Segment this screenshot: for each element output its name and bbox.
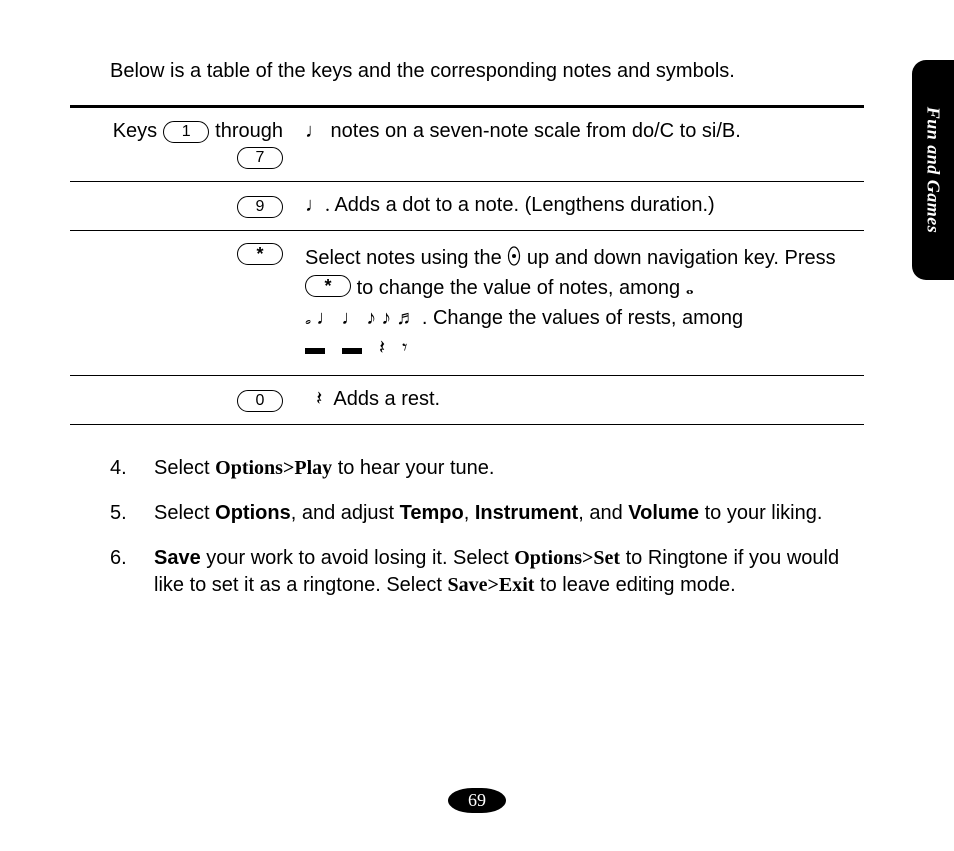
manual-page: Fun and Games Below is a table of the ke…: [0, 0, 954, 851]
section-tab: Fun and Games: [912, 60, 954, 280]
desc-cell: ♩. Adds a dot to a note. (Lengthens dura…: [297, 182, 864, 231]
step-number: 6.: [110, 545, 127, 572]
rest-values-icon: ▬ ▬ 𝄽 𝄾: [305, 337, 413, 359]
note-values-icon: 𝅗 ♩ ♩ ♪ ♪ ♬: [305, 307, 416, 329]
desc-text: Select notes using the: [305, 247, 507, 269]
key-icon: *: [237, 243, 283, 265]
key-cell: *: [70, 231, 297, 376]
bold-term: Save: [154, 547, 201, 569]
step-number: 4.: [110, 455, 127, 482]
desc-text: . Change the values of rests, among: [422, 307, 743, 329]
desc-text: to change the value of notes, among: [357, 277, 686, 299]
desc-cell: 𝄽 Adds a rest.: [297, 376, 864, 425]
desc-cell: ♩ notes on a seven-note scale from do/C …: [297, 107, 864, 182]
steps-list: 4. Select Options>Play to hear your tune…: [110, 455, 864, 599]
bold-term: Instrument: [475, 502, 578, 524]
key-icon: *: [305, 275, 351, 297]
step-text: , and: [578, 502, 628, 524]
list-item: 5. Select Options, and adjust Tempo, Ins…: [110, 500, 864, 527]
step-text: to leave editing mode.: [534, 574, 735, 596]
step-text: ,: [464, 502, 475, 524]
keys-label: Keys: [113, 120, 157, 143]
table-row: 9 ♩. Adds a dot to a note. (Lengthens du…: [70, 182, 864, 231]
step-text: your work to avoid losing it. Select: [201, 547, 514, 569]
step-text: , and adjust: [291, 502, 400, 524]
key-icon: 0: [237, 390, 283, 412]
section-tab-label: Fun and Games: [923, 107, 944, 234]
desc-text: Adds a dot to a note. (Lengthens duratio…: [330, 194, 715, 216]
bold-term: Tempo: [400, 502, 464, 524]
quarter-note-icon: ♩: [305, 120, 325, 142]
step-number: 5.: [110, 500, 127, 527]
key-icon: 9: [237, 196, 283, 218]
step-text: Select: [154, 502, 215, 524]
table-row: 0 𝄽 Adds a rest.: [70, 376, 864, 425]
menu-path: Options>Set: [514, 547, 620, 569]
keys-label: through: [215, 120, 283, 143]
intro-text: Below is a table of the keys and the cor…: [110, 60, 864, 83]
whole-note-icon: 𝅝: [686, 277, 694, 299]
key-icon: 7: [237, 147, 283, 169]
key-cell: 0: [70, 376, 297, 425]
list-item: 6. Save your work to avoid losing it. Se…: [110, 545, 864, 599]
step-text: to hear your tune.: [332, 457, 494, 479]
dotted-note-icon: ♩.: [305, 194, 330, 216]
nav-key-icon: [507, 246, 521, 266]
step-text: to your liking.: [699, 502, 822, 524]
desc-text: up and down navigation key. Press: [527, 247, 836, 269]
page-number: 69: [448, 788, 506, 813]
desc-text: notes on a seven-note scale from do/C to…: [325, 120, 741, 142]
step-text: Select: [154, 457, 215, 479]
desc-text: Adds a rest.: [333, 388, 440, 410]
bold-term: Volume: [628, 502, 699, 524]
key-cell: Keys 1 through 7: [70, 107, 297, 182]
menu-path: Save>Exit: [448, 574, 535, 596]
keys-table: Keys 1 through 7 ♩ notes on a seven-note…: [70, 105, 864, 425]
desc-cell: Select notes using the up and down navig…: [297, 231, 864, 376]
table-row: Keys 1 through 7 ♩ notes on a seven-note…: [70, 107, 864, 182]
menu-path: Options>Play: [215, 457, 332, 479]
list-item: 4. Select Options>Play to hear your tune…: [110, 455, 864, 482]
bold-term: Options: [215, 502, 291, 524]
rest-icon: 𝄽: [316, 388, 322, 410]
key-cell: 9: [70, 182, 297, 231]
key-icon: 1: [163, 121, 209, 143]
table-row: * Select notes using the up and down nav…: [70, 231, 864, 376]
